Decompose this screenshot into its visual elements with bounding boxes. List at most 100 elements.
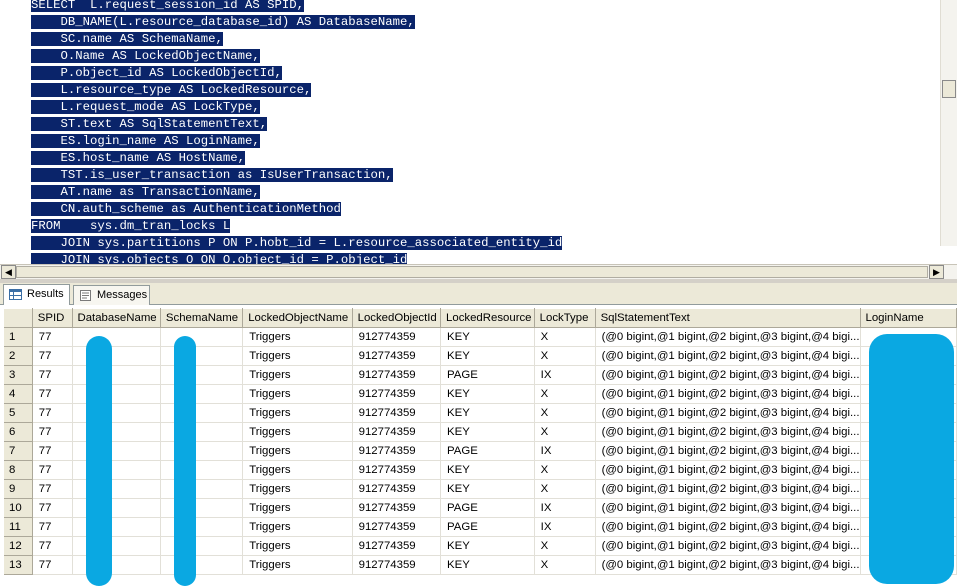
tab-results[interactable]: Results	[3, 284, 70, 305]
table-row[interactable]: 7 77 Triggers 912774359 PAGE IX (@0 bigint,@1 …	[4, 441, 957, 461]
row-number[interactable]: 5	[4, 403, 33, 423]
row-number[interactable]: 6	[4, 422, 33, 442]
table-row[interactable]: 3 77 Triggers 912774359 PAGE IX (@0 bigint,@1 …	[4, 365, 957, 385]
cell-spid[interactable]: 77	[32, 498, 73, 518]
cell-lock-type[interactable]: IX	[534, 498, 596, 518]
cell-lock-type[interactable]: IX	[534, 365, 596, 385]
table-row[interactable]: 4 77 Triggers 912774359 KEY X (@0 bigint,@1 bi…	[4, 384, 957, 404]
cell-locked-resource[interactable]: KEY	[440, 422, 535, 442]
cell-sql-statement-text[interactable]: (@0 bigint,@1 bigint,@2 bigint,@3 bigint…	[595, 327, 861, 347]
cell-locked-object-id[interactable]: 912774359	[352, 384, 442, 404]
cell-locked-object-name[interactable]: Triggers	[242, 536, 353, 556]
cell-sql-statement-text[interactable]: (@0 bigint,@1 bigint,@2 bigint,@3 bigint…	[595, 422, 861, 442]
cell-locked-object-name[interactable]: Triggers	[242, 555, 353, 575]
code-line[interactable]: CN.auth_scheme as AuthenticationMethod	[31, 201, 562, 218]
editor-horizontal-scrollbar[interactable]: ◀ ▶	[0, 264, 957, 279]
table-row[interactable]: 1 77 Triggers 912774359 KEY X (@0 bigint,@1 bi…	[4, 327, 957, 347]
code-line[interactable]: ES.host_name AS HostName,	[31, 150, 562, 167]
cell-spid[interactable]: 77	[32, 422, 73, 442]
cell-locked-object-name[interactable]: Triggers	[242, 460, 353, 480]
cell-schema-name[interactable]	[160, 327, 244, 347]
table-row[interactable]: 8 77 Triggers 912774359 KEY X (@0 bigint,@1 bi…	[4, 460, 957, 480]
cell-lock-type[interactable]: IX	[534, 517, 596, 537]
cell-lock-type[interactable]: IX	[534, 441, 596, 461]
column-header[interactable]: LoginName	[860, 308, 957, 328]
row-number[interactable]: 11	[4, 517, 33, 537]
cell-spid[interactable]: 77	[32, 384, 73, 404]
table-row[interactable]: 10 77 Triggers 912774359 PAGE IX (@0 bigint,@1…	[4, 498, 957, 518]
code-line[interactable]: L.request_mode AS LockType,	[31, 99, 562, 116]
cell-lock-type[interactable]: X	[534, 346, 596, 366]
cell-lock-type[interactable]: X	[534, 479, 596, 499]
cell-schema-name[interactable]	[160, 365, 244, 385]
code-line[interactable]: JOIN sys.objects O ON O.object_id = P.ob…	[31, 252, 562, 264]
cell-spid[interactable]: 77	[32, 536, 73, 556]
cell-lock-type[interactable]: X	[534, 422, 596, 442]
code-line[interactable]: ES.login_name AS LoginName,	[31, 133, 562, 150]
cell-locked-object-id[interactable]: 912774359	[352, 517, 442, 537]
cell-locked-object-id[interactable]: 912774359	[352, 422, 442, 442]
cell-locked-object-name[interactable]: Triggers	[242, 384, 353, 404]
row-number[interactable]: 3	[4, 365, 33, 385]
cell-lock-type[interactable]: X	[534, 536, 596, 556]
code-line[interactable]: FROM sys.dm_tran_locks L	[31, 218, 562, 235]
cell-database-name[interactable]	[72, 327, 161, 347]
column-header[interactable]: LockedObjectId	[352, 308, 442, 328]
tab-messages[interactable]: Messages	[73, 285, 150, 305]
cell-locked-resource[interactable]: KEY	[440, 555, 535, 575]
cell-sql-statement-text[interactable]: (@0 bigint,@1 bigint,@2 bigint,@3 bigint…	[595, 536, 861, 556]
sql-code[interactable]: SELECT L.request_session_id AS SPID, DB_…	[31, 0, 563, 264]
cell-locked-resource[interactable]: KEY	[440, 403, 535, 423]
cell-locked-object-id[interactable]: 912774359	[352, 555, 442, 575]
cell-locked-object-name[interactable]: Triggers	[242, 498, 353, 518]
cell-sql-statement-text[interactable]: (@0 bigint,@1 bigint,@2 bigint,@3 bigint…	[595, 498, 861, 518]
column-header[interactable]: SchemaName	[160, 308, 244, 328]
code-line[interactable]: ST.text AS SqlStatementText,	[31, 116, 562, 133]
cell-locked-resource[interactable]: KEY	[440, 384, 535, 404]
cell-spid[interactable]: 77	[32, 346, 73, 366]
cell-locked-object-id[interactable]: 912774359	[352, 498, 442, 518]
cell-schema-name[interactable]	[160, 403, 244, 423]
cell-schema-name[interactable]	[160, 346, 244, 366]
table-row[interactable]: 9 77 Triggers 912774359 KEY X (@0 bigint,@1 bi…	[4, 479, 957, 499]
cell-sql-statement-text[interactable]: (@0 bigint,@1 bigint,@2 bigint,@3 bigint…	[595, 441, 861, 461]
cell-spid[interactable]: 77	[32, 441, 73, 461]
cell-schema-name[interactable]	[160, 498, 244, 518]
column-header[interactable]: SPID	[32, 308, 73, 328]
code-line[interactable]: TST.is_user_transaction as IsUserTransac…	[31, 167, 562, 184]
cell-locked-resource[interactable]: KEY	[440, 479, 535, 499]
cell-sql-statement-text[interactable]: (@0 bigint,@1 bigint,@2 bigint,@3 bigint…	[595, 365, 861, 385]
column-header[interactable]: SqlStatementText	[595, 308, 861, 328]
cell-locked-resource[interactable]: KEY	[440, 346, 535, 366]
cell-locked-object-id[interactable]: 912774359	[352, 536, 442, 556]
cell-schema-name[interactable]	[160, 536, 244, 556]
cell-locked-resource[interactable]: PAGE	[440, 498, 535, 518]
cell-sql-statement-text[interactable]: (@0 bigint,@1 bigint,@2 bigint,@3 bigint…	[595, 460, 861, 480]
cell-lock-type[interactable]: X	[534, 555, 596, 575]
cell-schema-name[interactable]	[160, 441, 244, 461]
code-line[interactable]: SELECT L.request_session_id AS SPID,	[31, 0, 562, 14]
cell-sql-statement-text[interactable]: (@0 bigint,@1 bigint,@2 bigint,@3 bigint…	[595, 555, 861, 575]
row-number[interactable]: 2	[4, 346, 33, 366]
column-header[interactable]: LockType	[534, 308, 596, 328]
cell-locked-object-name[interactable]: Triggers	[242, 517, 353, 537]
code-line[interactable]: JOIN sys.partitions P ON P.hobt_id = L.r…	[31, 235, 563, 252]
cell-spid[interactable]: 77	[32, 555, 73, 575]
scroll-left-arrow-icon[interactable]: ◀	[1, 265, 16, 279]
cell-sql-statement-text[interactable]: (@0 bigint,@1 bigint,@2 bigint,@3 bigint…	[595, 346, 861, 366]
cell-schema-name[interactable]	[160, 384, 244, 404]
table-row[interactable]: 13 77 Triggers 912774359 KEY X (@0 bigint,@1 b…	[4, 555, 957, 575]
row-number[interactable]: 13	[4, 555, 33, 575]
row-number[interactable]: 9	[4, 479, 33, 499]
table-row[interactable]: 12 77 Triggers 912774359 KEY X (@0 bigint,@1 b…	[4, 536, 957, 556]
column-header[interactable]: LockedResource	[440, 308, 535, 328]
cell-spid[interactable]: 77	[32, 460, 73, 480]
cell-schema-name[interactable]	[160, 555, 244, 575]
cell-locked-resource[interactable]: PAGE	[440, 517, 535, 537]
cell-spid[interactable]: 77	[32, 327, 73, 347]
cell-sql-statement-text[interactable]: (@0 bigint,@1 bigint,@2 bigint,@3 bigint…	[595, 517, 861, 537]
cell-schema-name[interactable]	[160, 460, 244, 480]
cell-locked-object-name[interactable]: Triggers	[242, 365, 353, 385]
row-number[interactable]: 7	[4, 441, 33, 461]
code-line[interactable]: DB_NAME(L.resource_database_id) AS Datab…	[31, 14, 562, 31]
